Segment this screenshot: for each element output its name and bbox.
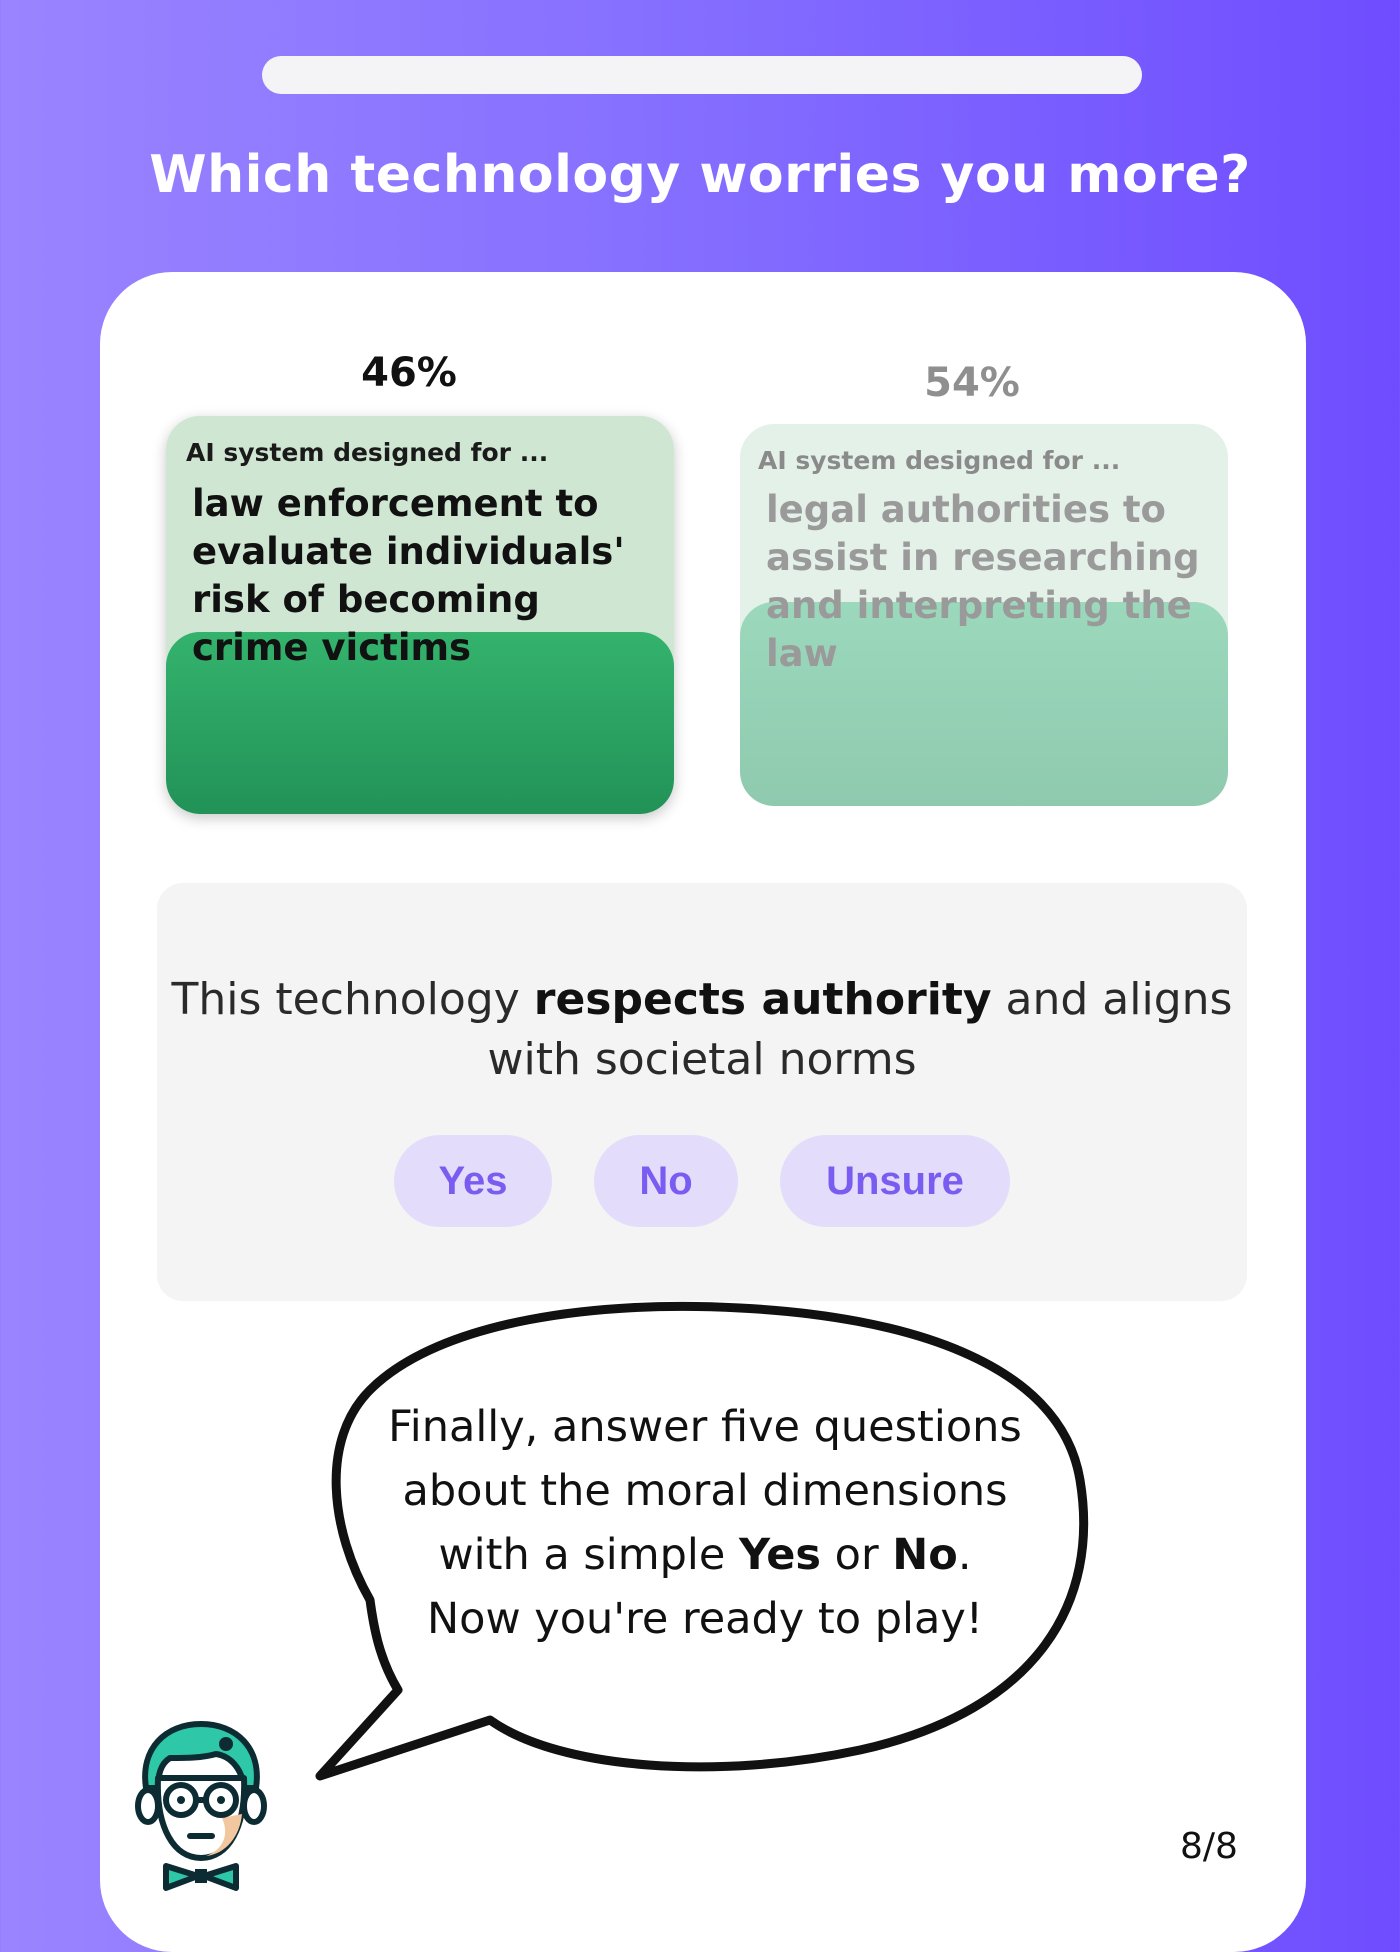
option-left-text: law enforcement to evaluate individuals'… bbox=[192, 482, 625, 669]
bubble-line-2: about the moral dimensions bbox=[402, 1466, 1008, 1516]
option-right-card[interactable]: AI system designed for ... legal authori… bbox=[740, 424, 1228, 806]
statement-prefix: This technology bbox=[171, 974, 534, 1025]
professor-mascot-icon bbox=[135, 1721, 267, 1891]
moral-dimension-panel bbox=[157, 883, 1247, 1301]
bubble-line-3-suffix: . bbox=[957, 1530, 972, 1580]
speech-bubble-text: Finally, answer five questions about the… bbox=[350, 1395, 1060, 1651]
option-left-percent: 46% bbox=[361, 350, 457, 396]
bubble-line-3-prefix: with a simple bbox=[438, 1530, 740, 1580]
page-counter: 8/8 bbox=[1180, 1826, 1238, 1867]
statement-emphasis: respects authority bbox=[533, 974, 992, 1025]
option-right-text: legal authorities to assist in researchi… bbox=[766, 488, 1200, 675]
unsure-button[interactable]: Unsure bbox=[780, 1135, 1010, 1227]
option-left-kicker: AI system designed for ... bbox=[186, 438, 549, 467]
option-left-card[interactable]: AI system designed for ... law enforceme… bbox=[166, 416, 674, 814]
progress-bar bbox=[262, 56, 1142, 94]
bubble-line-3: with a simple Yes or No. bbox=[350, 1523, 1060, 1587]
bubble-yes: Yes bbox=[739, 1530, 821, 1580]
question-title: Which technology worries you more? bbox=[149, 145, 1251, 205]
bubble-line-1: Finally, answer five questions bbox=[388, 1402, 1022, 1452]
bubble-line-4: Now you're ready to play! bbox=[426, 1594, 984, 1644]
bubble-or: or bbox=[820, 1530, 893, 1580]
bubble-no: No bbox=[892, 1530, 958, 1580]
no-button[interactable]: No bbox=[594, 1135, 738, 1227]
moral-dimension-statement: This technology respects authority and a… bbox=[157, 970, 1247, 1090]
option-right-percent: 54% bbox=[924, 360, 1020, 406]
yes-button[interactable]: Yes bbox=[394, 1135, 552, 1227]
option-right-kicker: AI system designed for ... bbox=[758, 446, 1121, 475]
